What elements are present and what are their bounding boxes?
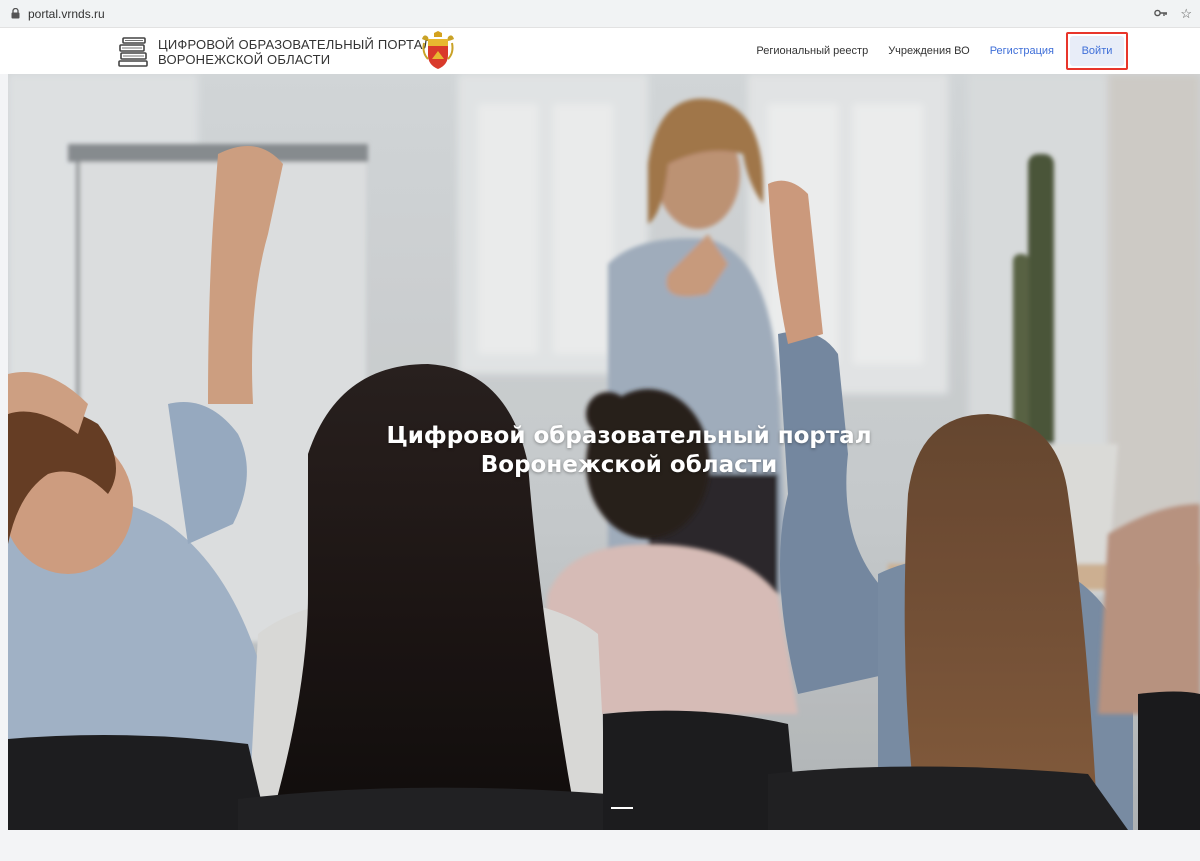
hero-title: Цифровой образовательный портал Воронежс…: [8, 422, 1200, 480]
star-icon[interactable]: ☆: [1180, 6, 1192, 22]
below-hero-strip: [0, 830, 1200, 861]
site-header: ЦИФРОВОЙ ОБРАЗОВАТЕЛЬНЫЙ ПОРТАЛ ВОРОНЕЖС…: [0, 28, 1200, 74]
login-highlight-box: Войти: [1066, 32, 1128, 70]
lock-icon: [8, 7, 22, 21]
key-icon[interactable]: [1154, 6, 1168, 22]
brand-line-1: ЦИФРОВОЙ ОБРАЗОВАТЕЛЬНЫЙ ПОРТАЛ: [158, 37, 432, 52]
brand-logo[interactable]: ЦИФРОВОЙ ОБРАЗОВАТЕЛЬНЫЙ ПОРТАЛ ВОРОНЕЖС…: [116, 37, 432, 67]
url-text[interactable]: portal.vrnds.ru: [28, 7, 105, 21]
slider-indicator[interactable]: [611, 807, 633, 809]
brand-text: ЦИФРОВОЙ ОБРАЗОВАТЕЛЬНЫЙ ПОРТАЛ ВОРОНЕЖС…: [158, 37, 432, 67]
coat-of-arms-icon: [422, 31, 454, 69]
nav-institutions[interactable]: Учреждения ВО: [888, 45, 970, 57]
hero-title-line-2: Воронежской области: [480, 452, 778, 478]
brand-line-2: ВОРОНЕЖСКОЙ ОБЛАСТИ: [158, 52, 331, 67]
login-button[interactable]: Войти: [1070, 36, 1124, 66]
nav-regional-registry[interactable]: Региональный реестр: [756, 45, 868, 57]
main-nav: Региональный реестр Учреждения ВО Регист…: [736, 28, 1128, 74]
hero-banner: Цифровой образовательный портал Воронежс…: [8, 74, 1200, 830]
nav-register[interactable]: Регистрация: [990, 45, 1054, 57]
hero-title-line-1: Цифровой образовательный портал: [386, 423, 872, 449]
browser-address-bar: portal.vrnds.ru ☆: [0, 0, 1200, 28]
books-icon: [118, 37, 148, 67]
